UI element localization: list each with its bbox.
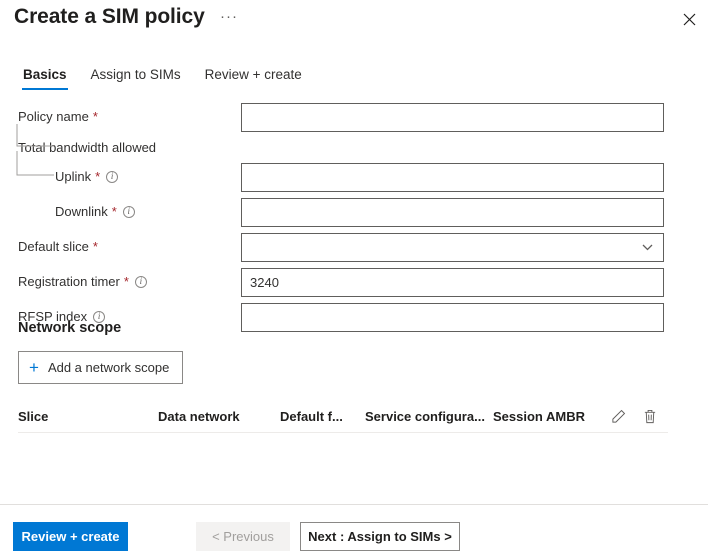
required-marker: *	[92, 239, 98, 254]
uplink-label: Uplink * i	[55, 169, 119, 184]
registration-timer-label: Registration timer * i	[18, 274, 147, 289]
downlink-label-text: Downlink	[55, 204, 108, 219]
table-header-row: Slice Data network Default f... Service …	[18, 407, 668, 433]
trash-icon	[644, 409, 655, 424]
policy-name-label-text: Policy name	[18, 109, 89, 124]
previous-button: < Previous	[196, 522, 290, 551]
field-row-registration-timer: Registration timer * i	[0, 268, 708, 299]
tab-review-create[interactable]: Review + create	[193, 67, 314, 90]
blade-footer: Review + create < Previous Next : Assign…	[0, 505, 708, 552]
required-marker: *	[92, 109, 98, 124]
page-title: Create a SIM policy	[14, 5, 205, 28]
field-row-downlink: Downlink * i	[0, 198, 708, 229]
total-bandwidth-label: Total bandwidth allowed	[18, 140, 156, 155]
blade-header: Create a SIM policy ···	[0, 0, 708, 48]
chevron-down-icon	[642, 244, 653, 251]
tab-assign-to-sims[interactable]: Assign to SIMs	[79, 67, 193, 90]
required-marker: *	[123, 274, 129, 289]
tab-basics[interactable]: Basics	[11, 67, 79, 90]
network-scope-heading: Network scope	[18, 320, 122, 336]
rfsp-index-input[interactable]	[241, 303, 664, 332]
pencil-icon	[612, 409, 626, 423]
registration-timer-label-text: Registration timer	[18, 274, 120, 289]
required-marker: *	[95, 169, 101, 184]
downlink-input[interactable]	[241, 198, 664, 227]
more-options-button[interactable]: ···	[218, 9, 240, 31]
uplink-label-text: Uplink	[55, 169, 92, 184]
downlink-label: Downlink * i	[55, 204, 135, 219]
column-header-session-ambr: Session AMBR	[493, 409, 585, 424]
field-row-policy-name: Policy name *	[0, 103, 708, 133]
registration-timer-input[interactable]	[241, 268, 664, 297]
basics-form: Policy name * Total bandwidth allowed Up…	[0, 103, 708, 338]
uplink-input[interactable]	[241, 163, 664, 192]
column-header-slice: Slice	[18, 409, 49, 424]
create-sim-policy-blade: Create a SIM policy ··· Basics Assign to…	[0, 0, 708, 552]
column-header-service-configuration: Service configura...	[365, 409, 485, 424]
column-header-data-network: Data network	[158, 409, 240, 424]
plus-icon: +	[29, 358, 39, 377]
close-icon	[683, 13, 695, 25]
add-network-scope-button[interactable]: + Add a network scope	[18, 351, 184, 384]
network-scope-table: Slice Data network Default f... Service …	[18, 407, 668, 433]
info-icon[interactable]: i	[122, 205, 135, 218]
edit-row-button[interactable]	[603, 409, 634, 424]
total-bandwidth-label-text: Total bandwidth allowed	[18, 140, 157, 155]
default-slice-label-text: Default slice	[18, 239, 89, 254]
info-icon[interactable]: i	[134, 275, 147, 288]
policy-name-input[interactable]	[241, 103, 664, 132]
field-row-total-bandwidth: Total bandwidth allowed	[0, 137, 708, 163]
delete-row-button[interactable]	[634, 409, 665, 424]
add-network-scope-label: Add a network scope	[47, 360, 170, 375]
info-icon[interactable]: i	[106, 170, 119, 183]
review-create-button[interactable]: Review + create	[13, 522, 128, 551]
default-slice-select[interactable]	[241, 233, 664, 262]
policy-name-label: Policy name *	[18, 109, 98, 124]
tab-list: Basics Assign to SIMs Review + create	[11, 67, 314, 90]
column-header-default-flow: Default f...	[280, 409, 343, 424]
next-assign-to-sims-button[interactable]: Next : Assign to SIMs >	[300, 522, 460, 551]
field-row-uplink: Uplink * i	[0, 163, 708, 194]
default-slice-label: Default slice *	[18, 239, 98, 254]
close-button[interactable]	[676, 6, 702, 32]
field-row-default-slice: Default slice *	[0, 233, 708, 264]
required-marker: *	[111, 204, 117, 219]
